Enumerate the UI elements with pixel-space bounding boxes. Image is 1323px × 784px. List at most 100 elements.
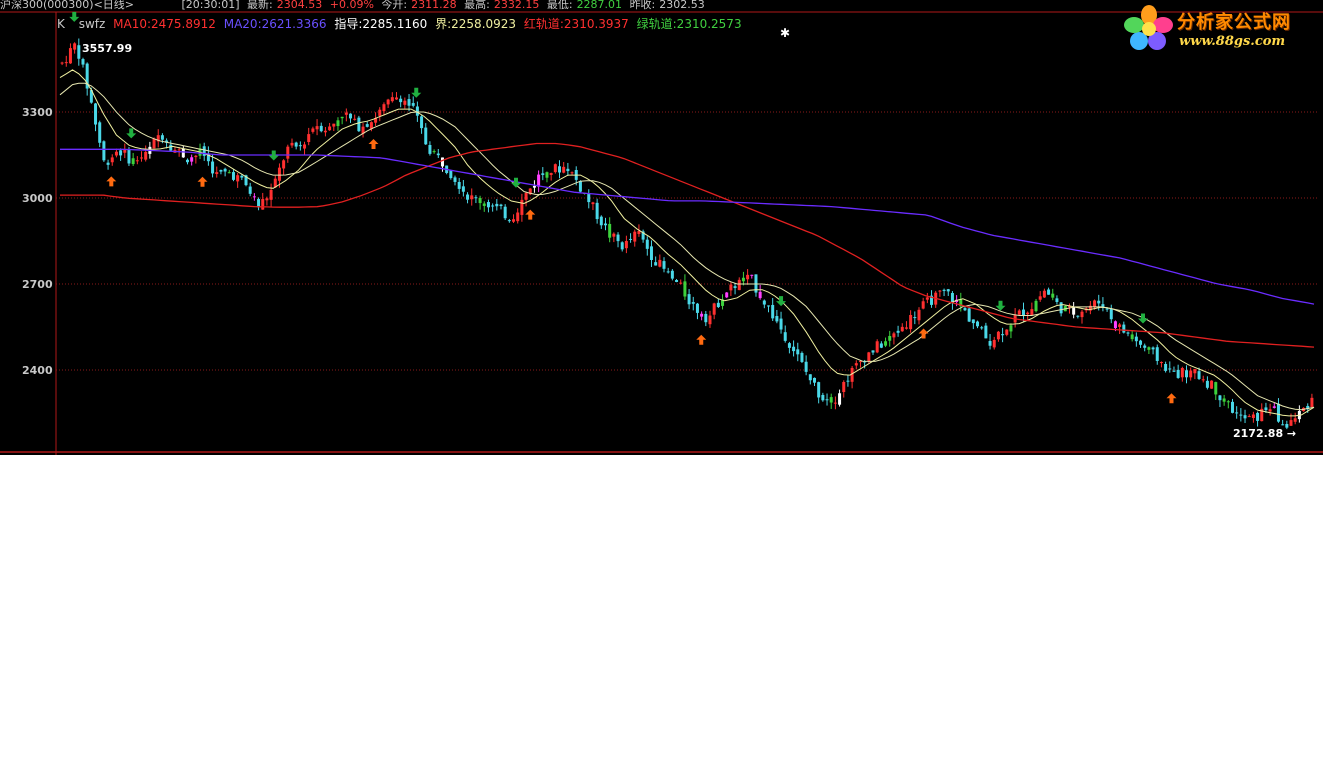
buy-arrow-icon[interactable] (368, 139, 379, 150)
candle-body (516, 212, 520, 222)
candle-body (637, 230, 641, 234)
candle-body (1201, 379, 1205, 381)
candle-body (269, 189, 273, 200)
candle-body (1281, 424, 1285, 426)
candle-body (1264, 407, 1268, 411)
candle-body (311, 128, 315, 132)
candle-body (666, 271, 670, 273)
candle-body (520, 199, 524, 215)
candle-body (800, 352, 804, 362)
y-tick-label: 2700 (22, 278, 53, 291)
open-value: 2311.28 (411, 0, 457, 11)
buy-arrow-icon[interactable] (696, 334, 707, 345)
candle-body (879, 343, 883, 348)
candle-body (1289, 420, 1293, 426)
bound-line (59, 82, 1315, 411)
candle-body (1005, 329, 1009, 335)
candle-body (846, 380, 850, 382)
logo-url[interactable]: www.88gs.com (1179, 34, 1285, 49)
buy-arrow-icon[interactable] (918, 328, 929, 339)
candle-body (524, 192, 528, 200)
buy-arrow-icon[interactable] (197, 176, 208, 187)
candle-body (1059, 302, 1063, 314)
candle-body (365, 124, 369, 127)
candle-body (140, 157, 144, 159)
candle-body (440, 157, 444, 167)
candle-body (461, 186, 465, 192)
high-value: 2332.15 (493, 0, 540, 11)
buy-arrow-icon[interactable] (106, 176, 117, 187)
candle-body (629, 238, 633, 240)
low-value: 2287.01 (576, 0, 623, 11)
candle-body (127, 149, 131, 164)
buy-arrow-icon[interactable] (525, 209, 536, 220)
candle-body (169, 144, 173, 151)
sell-arrow-icon[interactable] (126, 128, 137, 139)
candle-body (967, 308, 971, 322)
candle-body (549, 173, 553, 175)
candle-body (482, 203, 486, 206)
prevclose-label: 昨收: (629, 0, 656, 11)
kline-chart-panel[interactable]: 2400 2700 3000 3300 3557.99 2172.88 → ✱ 沪深300(… (0, 0, 1323, 455)
candle-body (248, 186, 252, 194)
candle-body (654, 262, 658, 266)
candle-body (265, 198, 269, 201)
sell-arrow-icon[interactable] (995, 300, 1006, 311)
sell-arrow-icon[interactable] (268, 150, 279, 161)
candle-body (227, 172, 231, 174)
candle-body (499, 204, 503, 207)
candle-body (194, 155, 198, 158)
candle-body (261, 199, 265, 210)
y-tick-label: 2400 (22, 364, 53, 377)
candle-body (712, 303, 716, 315)
candle-body (603, 223, 607, 226)
quote-header: 沪深300(000300)<日线> [20:30:01] 最新: 2304.53 … (0, 0, 709, 11)
candle-body (1210, 380, 1214, 389)
candle-body (942, 289, 946, 291)
site-logo: 分析家公式网 www.88gs.com (1121, 2, 1317, 54)
security-name[interactable]: 沪深300(000300)<日线> (0, 0, 134, 11)
kline-chart[interactable]: 2400 2700 3000 3300 3557.99 2172.88 → ✱ (0, 0, 1323, 455)
candle-body (1247, 416, 1251, 418)
candle-body (808, 374, 812, 381)
candle-body (779, 318, 783, 330)
candle-body (135, 160, 139, 162)
sell-arrow-icon[interactable] (511, 177, 521, 188)
y-tick-label: 3000 (22, 192, 53, 205)
candle-body (771, 304, 775, 319)
sell-arrow-icon[interactable] (1138, 313, 1148, 324)
ma-red-line (60, 142, 1315, 348)
buy-arrow-icon[interactable] (1166, 393, 1177, 404)
formula-name[interactable]: swfz (79, 17, 106, 31)
candle-body (181, 148, 185, 158)
candle-body (1272, 406, 1276, 408)
sell-arrow-icon[interactable] (411, 87, 422, 98)
candle-body (767, 305, 771, 307)
candle-body (867, 352, 871, 362)
candle-body (1226, 401, 1230, 403)
candle-body (649, 246, 653, 260)
candle-body (357, 117, 361, 132)
candle-body (1001, 334, 1005, 336)
candle-body (1080, 311, 1084, 318)
candle-body (68, 48, 72, 64)
high-label: 最高: (464, 0, 490, 11)
candle-body (829, 397, 833, 403)
candle-body (307, 134, 311, 143)
candle-body (1180, 368, 1184, 378)
candle-body (537, 174, 541, 187)
candle-body (988, 341, 992, 346)
candle-body (796, 349, 800, 355)
candle-body (679, 282, 683, 284)
candle-body (792, 346, 796, 352)
candle-body (503, 206, 507, 219)
candle-body (971, 319, 975, 324)
period-label[interactable]: K (57, 17, 65, 31)
candle-body (938, 290, 942, 292)
candle-body (1189, 370, 1193, 378)
ma20-legend: MA20:2621.3366 (223, 17, 327, 31)
candle-body (1109, 308, 1113, 320)
candle-body (976, 321, 980, 327)
candle-body (1239, 414, 1243, 416)
candle-body (716, 302, 720, 308)
